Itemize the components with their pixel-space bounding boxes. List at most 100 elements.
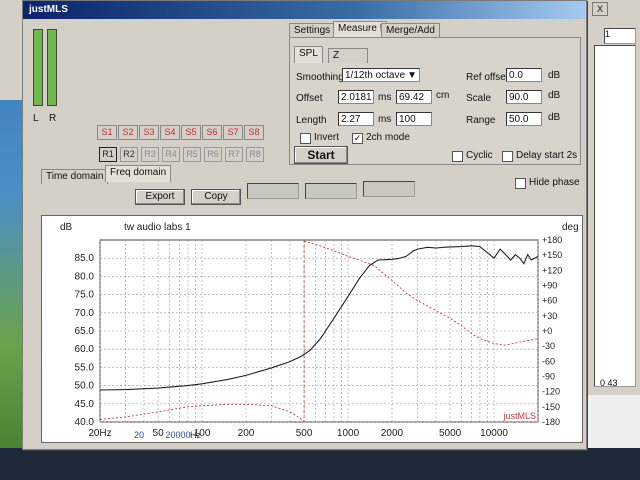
y-tick-label: 55.0 [75, 362, 95, 373]
background-window-right[interactable]: X 1 0 43 [585, 0, 640, 395]
y2-tick-label: +90 [542, 281, 557, 291]
sample-button-s2[interactable]: S2 [118, 125, 138, 140]
chart-svg: 40.0 45.0 50.0 55.0 60.0 65.0 70.0 75.0 80.0 85.0… [60, 222, 579, 440]
ref-button-r2[interactable]: R2 [120, 147, 138, 162]
hide-phase-label: Hide phase [529, 177, 580, 188]
meter-right-label: R [49, 113, 57, 124]
right-readout: 0 43 [600, 378, 618, 388]
sample-button-s8[interactable]: S8 [244, 125, 264, 140]
offset-cm-unit: cm [436, 90, 450, 101]
x-tick-label: 5000 [439, 428, 462, 439]
cyclic-label: Cyclic [466, 150, 493, 161]
tab-merge-add[interactable]: Merge/Add [381, 23, 440, 38]
sample-button-s4[interactable]: S4 [160, 125, 180, 140]
smoothing-select-value: 1/12th octave [345, 70, 406, 81]
y2-tick-label: -120 [542, 387, 560, 397]
y-tick-label: 75.0 [75, 290, 95, 301]
export-button[interactable]: Export [135, 189, 185, 205]
y-tick-label: 65.0 [75, 326, 95, 337]
ref-button-r6[interactable]: R6 [204, 147, 222, 162]
frequency-response-chart[interactable]: 40.0 45.0 50.0 55.0 60.0 65.0 70.0 75.0 80.0 85.0… [41, 215, 583, 443]
sample-button-s3[interactable]: S3 [139, 125, 159, 140]
tab-z[interactable]: Z [328, 48, 368, 63]
readout-field-1 [247, 183, 299, 199]
sample-button-s6[interactable]: S6 [202, 125, 222, 140]
offset-ms-unit: ms [378, 92, 392, 103]
ref-offset-input[interactable]: 0.0 [506, 68, 542, 82]
meter-left-label: L [33, 113, 39, 124]
range-input[interactable]: 50.0 [506, 112, 542, 126]
start-button[interactable]: Start [294, 146, 348, 164]
y-axis-label: dB [60, 222, 73, 233]
y2-tick-label: -90 [542, 372, 555, 382]
close-icon[interactable]: X [592, 2, 608, 16]
x-tick-label: 200 [238, 428, 255, 439]
y-tick-label: 50.0 [75, 381, 95, 392]
window-title: justMLS [29, 4, 68, 15]
offset-label: Offset [296, 93, 323, 104]
scale-unit: dB [548, 90, 561, 101]
twoch-checkbox[interactable]: ✓ [352, 133, 363, 144]
delay-label: Delay start 2s [516, 150, 578, 161]
meter-left [33, 29, 43, 106]
ref-button-r8[interactable]: R8 [246, 147, 264, 162]
length-n-input[interactable]: 100 [396, 112, 432, 126]
right-combo-box[interactable]: 1 [604, 28, 636, 44]
hide-phase-checkbox[interactable] [515, 178, 526, 189]
meter-right [47, 29, 57, 106]
smoothing-label: Smoothing [296, 72, 344, 83]
x-range-right: - 20000 [160, 430, 191, 440]
x-axis-unit: Hz [190, 430, 201, 440]
range-unit: dB [548, 112, 561, 123]
x-tick-label: 500 [296, 428, 313, 439]
y-tick-label: 40.0 [75, 417, 95, 428]
chevron-down-icon: ▼ [407, 70, 417, 81]
ref-button-r5[interactable]: R5 [183, 147, 201, 162]
scale-label: Scale [466, 93, 492, 104]
tab-settings[interactable]: Settings [289, 23, 336, 38]
chart-watermark: justMLS [502, 411, 536, 421]
length-label: Length [296, 115, 327, 126]
sample-button-s5[interactable]: S5 [181, 125, 201, 140]
readout-field-2 [305, 183, 357, 199]
tab-measure[interactable]: Measure ! [333, 21, 388, 38]
y2-tick-label: -150 [542, 402, 560, 412]
scale-input[interactable]: 90.0 [506, 90, 542, 104]
copy-button[interactable]: Copy [191, 189, 241, 205]
title-bar[interactable]: justMLS [23, 1, 586, 19]
y2-tick-label: +0 [542, 326, 552, 336]
y2-tick-label: +30 [542, 311, 557, 321]
y-tick-label: 60.0 [75, 344, 95, 355]
y2-tick-label: -30 [542, 341, 555, 351]
y-tick-label: 80.0 [75, 271, 95, 282]
ref-button-r4[interactable]: R4 [162, 147, 180, 162]
tab-freq-domain[interactable]: Freq domain [105, 165, 172, 182]
tab-time-domain[interactable]: Time domain [41, 169, 109, 184]
ref-button-r1[interactable]: R1 [99, 147, 117, 162]
sample-button-s7[interactable]: S7 [223, 125, 243, 140]
right-list-panel[interactable] [594, 45, 636, 387]
sample-button-s1[interactable]: S1 [97, 125, 117, 140]
x-tick-label: 2000 [381, 428, 404, 439]
range-label: Range [466, 115, 496, 126]
x-tick-label: 1000 [337, 428, 360, 439]
background-window-left[interactable] [0, 0, 22, 100]
delay-checkbox[interactable] [502, 151, 513, 162]
offset-ms-input[interactable]: 2.0181 [338, 90, 374, 104]
y2-tick-label: +60 [542, 296, 557, 306]
twoch-label: 2ch mode [366, 132, 410, 143]
smoothing-select[interactable]: 1/12th octave ▼ [342, 68, 420, 82]
tab-spl[interactable]: SPL [294, 46, 323, 63]
readout-field-3 [363, 181, 415, 197]
x-tick-label: 10000 [480, 428, 508, 439]
length-ms-input[interactable]: 2.27 [338, 112, 374, 126]
ref-button-r3[interactable]: R3 [141, 147, 159, 162]
cyclic-checkbox[interactable] [452, 151, 463, 162]
measure-panel: SPL Z Smoothing 1/12th octave ▼ Offset 2… [289, 37, 581, 165]
y-tick-label: 45.0 [75, 399, 95, 410]
ref-button-r7[interactable]: R7 [225, 147, 243, 162]
invert-checkbox[interactable] [300, 133, 311, 144]
offset-cm-input[interactable]: 69.42 [396, 90, 432, 104]
y2-tick-label: +120 [542, 265, 562, 275]
x-range-left: 20 [134, 430, 144, 440]
